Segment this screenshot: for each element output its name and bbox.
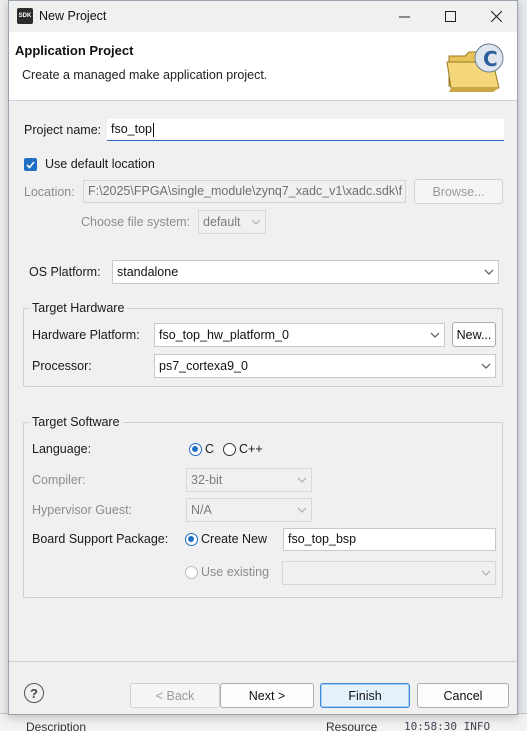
column-resource: Resource	[326, 720, 378, 731]
hardware-platform-label: Hardware Platform:	[32, 328, 140, 342]
os-platform-select[interactable]: standalone	[112, 260, 499, 284]
use-default-location-checkbox[interactable]	[24, 158, 37, 171]
maximize-icon	[444, 11, 456, 22]
hardware-platform-value: fso_top_hw_platform_0	[159, 328, 289, 342]
bsp-create-new-radio[interactable]	[185, 533, 198, 546]
chevron-down-icon	[297, 477, 307, 483]
title-bar[interactable]: SDK New Project	[9, 1, 517, 32]
compiler-value: 32-bit	[191, 473, 223, 487]
language-label: Language:	[32, 442, 92, 456]
language-cpp-radio[interactable]	[223, 443, 236, 456]
project-name-label: Project name:	[24, 123, 102, 137]
wizard-page-title: Application Project	[15, 43, 134, 58]
maximize-button[interactable]	[427, 1, 473, 32]
text-caret	[153, 122, 155, 137]
hypervisor-guest-label: Hypervisor Guest:	[32, 503, 133, 517]
checkmark-icon	[26, 160, 35, 169]
bsp-name-input[interactable]: fso_top_bsp	[283, 528, 496, 551]
language-cpp-label: C++	[239, 442, 263, 456]
window-title: New Project	[39, 9, 107, 23]
bsp-create-new-label: Create New	[201, 532, 267, 546]
chevron-down-icon	[251, 219, 261, 225]
project-name-input[interactable]: fso_top	[107, 119, 504, 141]
c-project-folder-icon: C	[446, 43, 504, 92]
hypervisor-guest-select[interactable]: N/A	[186, 498, 312, 522]
minimize-button[interactable]	[381, 1, 427, 32]
chevron-down-icon	[484, 269, 494, 275]
language-c-radio[interactable]	[189, 443, 202, 456]
cancel-button[interactable]: Cancel	[417, 683, 509, 708]
processor-value: ps7_cortexa9_0	[159, 359, 248, 373]
use-default-location-label: Use default location	[45, 157, 155, 171]
location-label: Location:	[24, 185, 75, 199]
target-software-title: Target Software	[29, 415, 123, 429]
file-system-value: default	[203, 215, 241, 229]
bsp-use-existing-radio[interactable]	[185, 566, 198, 579]
wizard-footer: ? < Back Next > Finish Cancel	[9, 661, 517, 714]
location-input[interactable]: F:\2025\FPGA\single_module\zynq7_xadc_v1…	[83, 180, 406, 203]
project-name-value: fso_top	[111, 122, 153, 136]
chevron-down-icon	[481, 570, 491, 576]
hypervisor-guest-value: N/A	[191, 503, 212, 517]
new-project-dialog: SDK New Project Application Project Crea…	[8, 0, 518, 715]
wizard-page-description: Create a managed make application projec…	[22, 68, 268, 82]
minimize-icon	[398, 16, 410, 18]
bsp-existing-select[interactable]	[282, 561, 496, 585]
wizard-header: Application Project Create a managed mak…	[9, 32, 517, 101]
file-system-select[interactable]: default	[198, 210, 266, 234]
close-button[interactable]	[473, 1, 519, 32]
compiler-label: Compiler:	[32, 473, 86, 487]
bsp-use-existing-label: Use existing	[201, 565, 270, 579]
wizard-content: Project name: fso_top Use default locati…	[9, 101, 517, 661]
processor-label: Processor:	[32, 359, 92, 373]
back-button[interactable]: < Back	[130, 683, 220, 708]
background-ide-left	[0, 0, 8, 731]
next-button[interactable]: Next >	[220, 683, 314, 708]
os-platform-value: standalone	[117, 265, 179, 279]
processor-select[interactable]: ps7_cortexa9_0	[154, 354, 496, 378]
chevron-down-icon	[430, 332, 440, 338]
browse-button[interactable]: Browse...	[414, 179, 503, 204]
chevron-down-icon	[481, 363, 491, 369]
os-platform-label: OS Platform:	[29, 265, 101, 279]
column-description: Description	[26, 720, 87, 731]
help-button[interactable]: ?	[24, 683, 44, 703]
target-hardware-title: Target Hardware	[29, 301, 128, 315]
sdk-app-icon: SDK	[17, 8, 33, 24]
help-icon: ?	[30, 685, 38, 701]
background-ide-problems-view: Description Resource 10:58:30 INFO	[0, 713, 527, 731]
file-system-label: Choose file system:	[81, 215, 191, 229]
chevron-down-icon	[297, 507, 307, 513]
compiler-select[interactable]: 32-bit	[186, 468, 312, 492]
finish-button[interactable]: Finish	[320, 683, 410, 708]
close-icon	[490, 11, 502, 22]
bsp-label: Board Support Package:	[32, 532, 169, 546]
svg-text:C: C	[483, 47, 498, 71]
language-c-label: C	[205, 442, 215, 456]
hardware-platform-select[interactable]: fso_top_hw_platform_0	[154, 323, 445, 347]
new-hardware-platform-button[interactable]: New...	[452, 322, 496, 347]
console-log-line: 10:58:30 INFO	[404, 720, 491, 731]
